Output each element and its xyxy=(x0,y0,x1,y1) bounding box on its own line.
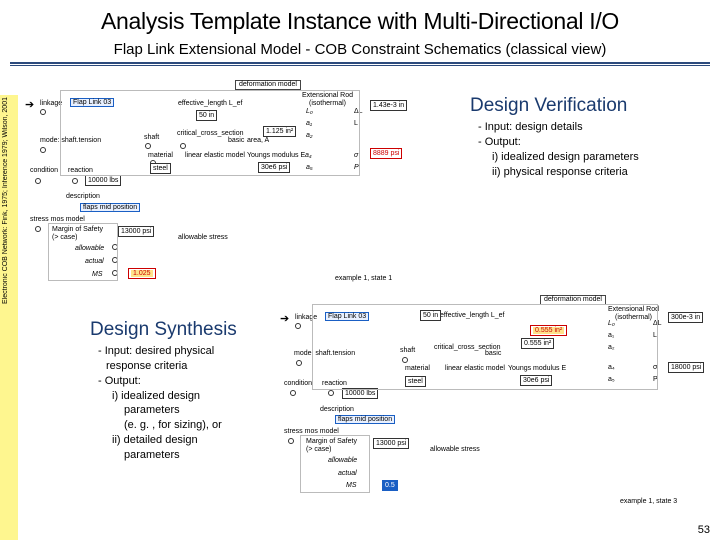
delta-L-value: 1.43e-3 in xyxy=(370,100,407,111)
force-value: 10000 lbs xyxy=(85,175,121,186)
linkage-label: linkage xyxy=(40,100,62,108)
example-label-top: example 1, state 1 xyxy=(335,275,392,283)
ms-value-b: 0.5 xyxy=(382,480,398,491)
desc-label: description xyxy=(66,193,100,201)
frp-box-b: flaps mid position xyxy=(335,415,395,424)
ds-o2: ii) detailed design xyxy=(98,433,268,448)
ms-value: 1.025 xyxy=(131,270,153,277)
delta-L-value-b: 300e-3 in xyxy=(668,312,703,323)
dv-input: - Input: design details xyxy=(478,120,639,135)
dv-o1: i) idealized design parameters xyxy=(478,150,639,165)
node-dot xyxy=(40,109,46,115)
ds-input: - Input: desired physical xyxy=(98,344,268,359)
ds-output: - Output: xyxy=(98,374,268,389)
divider-thick xyxy=(10,62,710,64)
node-dot xyxy=(328,390,334,396)
page-title: Analysis Template Instance with Multi-Di… xyxy=(0,0,720,35)
sidebar-citation: Electronic COB Network: Fink, 1975; Infe… xyxy=(2,97,9,304)
cond-label-b: condition xyxy=(284,380,312,388)
ds-o1b: parameters xyxy=(98,403,268,418)
node-dot xyxy=(290,390,296,396)
node-dot xyxy=(40,147,46,153)
node-dot xyxy=(35,226,41,232)
allow-stress-label-b: allowable stress xyxy=(430,446,480,454)
zone-outline-top xyxy=(60,90,360,176)
zone-outline-mos xyxy=(48,223,118,281)
mos-value: 13000 psi xyxy=(118,226,154,237)
design-synthesis-heading: Design Synthesis xyxy=(90,320,237,341)
ds-o1: i) idealized design xyxy=(98,389,268,404)
cond-label: condition xyxy=(30,167,58,175)
node-dot xyxy=(296,360,302,366)
node-dot xyxy=(72,178,78,184)
right-arrow-icon: ➔ xyxy=(25,98,34,111)
design-verification-heading: Design Verification xyxy=(470,96,627,117)
node-dot xyxy=(288,438,294,444)
frp-box: flaps mid position xyxy=(80,203,140,212)
stress-value: 8889 psi xyxy=(370,148,402,159)
dv-output: - Output: xyxy=(478,135,639,150)
zone-deformation: deformation model xyxy=(235,80,301,90)
mos-value-b: 13000 psi xyxy=(373,438,409,449)
divider-thin xyxy=(10,65,710,66)
ds-o2b: parameters xyxy=(98,448,268,463)
ds-input-b: response criteria xyxy=(98,359,268,374)
sidebar-strip: Electronic COB Network: Fink, 1975; Infe… xyxy=(0,95,18,540)
design-verification-list: - Input: design details - Output: i) ide… xyxy=(478,120,639,179)
zone-outline-bot xyxy=(312,304,658,390)
design-synthesis-list: - Input: desired physical response crite… xyxy=(98,344,268,463)
example-label-bot: example 1, state 3 xyxy=(620,498,677,506)
node-dot xyxy=(35,178,41,184)
page-subtitle: Flap Link Extensional Model - COB Constr… xyxy=(0,35,720,58)
stress-value-b: 18000 psi xyxy=(668,362,704,373)
ms-value-box: 1.025 xyxy=(128,268,156,279)
desc-label-b: description xyxy=(320,406,354,414)
allow-stress-label: allowable stress xyxy=(178,234,228,242)
right-arrow-icon: ➔ xyxy=(280,312,289,325)
dv-o2: ii) physical response criteria xyxy=(478,165,639,180)
node-dot xyxy=(295,323,301,329)
page-number: 53 xyxy=(698,524,710,536)
ds-o1c: (e. g. , for sizing), or xyxy=(98,418,268,433)
zone-outline-mos-b xyxy=(300,435,370,493)
